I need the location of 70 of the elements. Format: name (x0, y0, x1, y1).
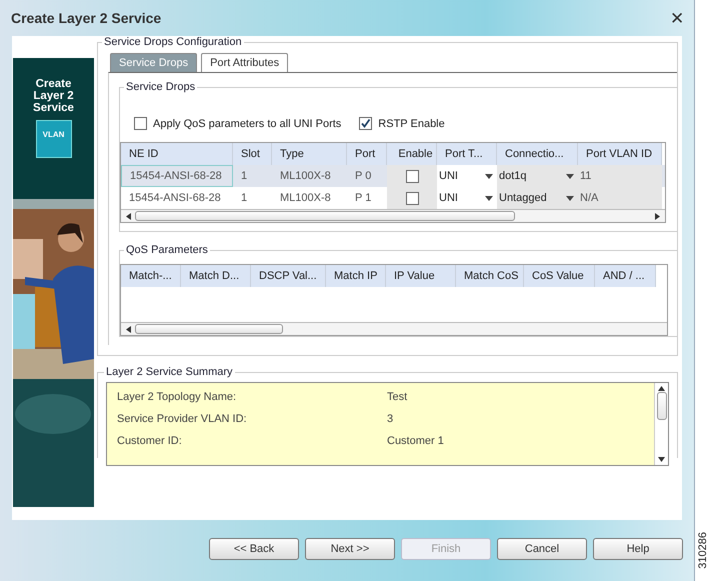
scroll-down-icon[interactable] (658, 456, 665, 463)
panel-legend: Layer 2 Service Summary (104, 366, 235, 378)
table-cell-text: ML100X-8 (279, 191, 332, 206)
column-header[interactable]: IP Value (386, 265, 456, 287)
column-header[interactable]: Type (272, 143, 347, 165)
summary-label: Customer ID: (117, 435, 183, 447)
summary-label: Layer 2 Topology Name: (117, 391, 238, 403)
caret-icon (485, 196, 493, 200)
caret-icon (566, 174, 574, 178)
column-header[interactable]: Enable (387, 143, 437, 165)
column-header[interactable]: CoS Value (524, 265, 595, 287)
scrollbar-thumb[interactable] (135, 324, 283, 334)
column-header[interactable]: Match D... (181, 265, 251, 287)
vertical-scrollbar[interactable] (654, 383, 668, 465)
column-header[interactable]: DSCP Val... (251, 265, 326, 287)
scroll-right-icon[interactable] (654, 212, 661, 220)
panel-legend: Service Drops Configuration (102, 36, 244, 48)
table-cell: 11 (578, 165, 662, 187)
dropdown[interactable]: Untagged (497, 187, 578, 209)
dialog-button[interactable]: Cancel (497, 538, 587, 560)
banner-title: Create Layer 2 Service (32, 77, 75, 114)
scroll-left-icon[interactable] (125, 212, 132, 220)
column-header[interactable]: Match CoS (456, 265, 524, 287)
summary-value: Test (387, 391, 408, 403)
table-cell-text: ML100X-8 (279, 169, 332, 184)
close-button[interactable]: ✕ (670, 8, 684, 28)
dialog-button[interactable]: Next >> (305, 538, 395, 560)
checkbox-label: Apply QoS parameters to all UNI Ports (153, 118, 342, 130)
summary-value: 3 (387, 413, 394, 425)
window-title: Create Layer 2 Service (11, 10, 162, 26)
scrollbar-thumb[interactable] (135, 211, 515, 221)
checkbox[interactable] (406, 192, 418, 204)
column-header[interactable]: Match IP (326, 265, 386, 287)
table-row[interactable]: 15454-ANSI-68-28 1 ML100X-8 P 0 UNI dot1q 11 (121, 165, 665, 187)
dropdown[interactable]: dot1q (497, 165, 578, 187)
checkbox[interactable] (359, 117, 372, 130)
table-cell: N/A (578, 187, 662, 209)
table-cell-text: 1 (240, 169, 248, 184)
checkbox[interactable] (406, 170, 418, 182)
column-header[interactable]: Port (347, 143, 387, 165)
caret-icon (566, 196, 574, 200)
table-cell: 15454-ANSI-68-28 (121, 165, 233, 187)
vlan-icon: VLAN (36, 120, 72, 158)
tab[interactable]: Port Attributes (201, 53, 288, 72)
figure-number: 310286 (697, 532, 709, 569)
column-header[interactable]: Connectio... (497, 143, 578, 165)
scroll-left-icon[interactable] (125, 326, 132, 332)
column-header[interactable]: Port T... (437, 143, 497, 165)
dropdown[interactable]: UNI (437, 165, 497, 187)
dialog-button[interactable]: << Back (209, 538, 299, 560)
horizontal-scrollbar[interactable] (121, 322, 667, 335)
column-header[interactable]: NE ID (121, 143, 233, 165)
dialog-button[interactable]: Help (593, 538, 683, 560)
group-legend: QoS Parameters (124, 244, 210, 256)
column-header[interactable]: Slot (233, 143, 272, 165)
caret-icon (485, 174, 493, 178)
column-header[interactable]: AND / ... (595, 265, 656, 287)
table-cell-text: P 1 (354, 191, 372, 206)
table-cell-text: 15454-ANSI-68-28 (128, 191, 222, 206)
column-header[interactable]: Port VLAN ID (578, 143, 662, 165)
checkbox-label: RSTP Enable (378, 118, 445, 130)
checkbox[interactable] (134, 117, 147, 130)
table-cell-text: 1 (240, 191, 248, 206)
scrollbar-thumb[interactable] (656, 392, 666, 420)
group-legend: Service Drops (124, 81, 198, 93)
summary-label: Service Provider VLAN ID: (117, 413, 248, 425)
horizontal-scrollbar[interactable] (121, 209, 665, 222)
summary-value: Customer 1 (387, 435, 445, 447)
column-header[interactable]: Match-... (121, 265, 181, 287)
table-cell-text: P 0 (354, 169, 372, 184)
